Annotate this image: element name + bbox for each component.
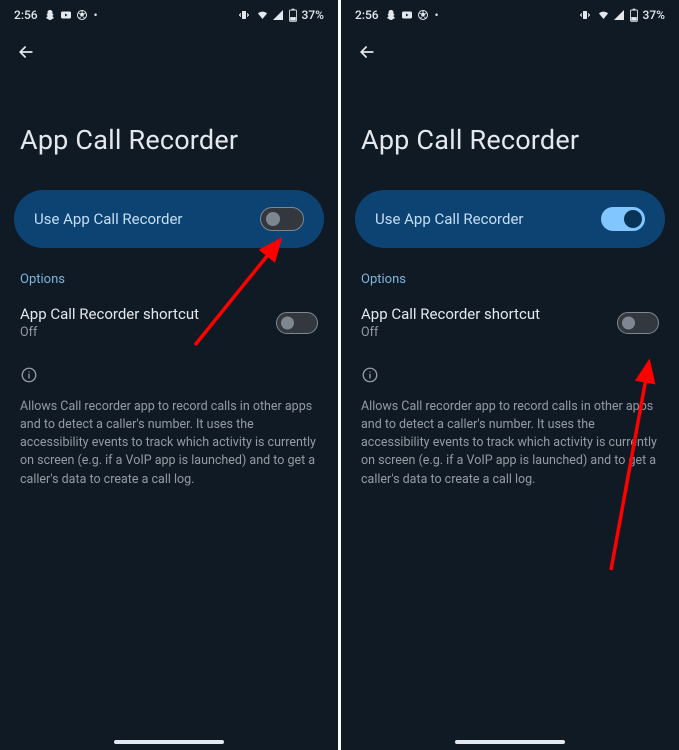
battery-percent: 37%: [302, 8, 324, 22]
description-text: Allows Call recorder app to record calls…: [341, 396, 679, 491]
battery-percent: 37%: [643, 8, 665, 22]
vibrate-icon: [237, 9, 251, 21]
description-text: Allows Call recorder app to record calls…: [0, 396, 338, 491]
page-title: App Call Recorder: [0, 76, 338, 186]
status-time: 2:56: [14, 8, 38, 22]
wifi-icon: [255, 9, 270, 21]
back-arrow-icon: [16, 42, 36, 62]
shortcut-toggle[interactable]: [617, 312, 659, 334]
status-bar: 2:56 • 37%: [0, 0, 338, 28]
info-icon-wrap: [341, 356, 679, 396]
back-button[interactable]: [341, 28, 679, 76]
vibrate-icon: [578, 9, 592, 21]
page-title: App Call Recorder: [341, 76, 679, 186]
screen-left: 2:56 • 37% App Call Recorder Use App Cal…: [0, 0, 338, 750]
battery-icon: [288, 8, 298, 22]
status-time: 2:56: [355, 8, 379, 22]
snapchat-icon: [44, 9, 56, 21]
status-bar: 2:56 • 37%: [341, 0, 679, 28]
options-section-label: Options: [341, 272, 679, 303]
use-app-hero[interactable]: Use App Call Recorder: [355, 190, 665, 248]
info-icon: [20, 366, 38, 384]
back-button[interactable]: [0, 28, 338, 76]
use-app-label: Use App Call Recorder: [375, 210, 523, 228]
soccer-icon: [417, 9, 429, 21]
options-section-label: Options: [0, 272, 338, 303]
youtube-icon: [60, 9, 72, 21]
info-icon-wrap: [0, 356, 338, 396]
snapchat-icon: [385, 9, 397, 21]
back-arrow-icon: [357, 42, 377, 62]
signal-icon: [272, 9, 284, 21]
screen-right: 2:56 • 37% App Call Recorder Use App Cal…: [341, 0, 679, 750]
wifi-icon: [596, 9, 611, 21]
shortcut-status: Off: [361, 325, 540, 340]
shortcut-title: App Call Recorder shortcut: [361, 305, 540, 323]
shortcut-row[interactable]: App Call Recorder shortcut Off: [341, 303, 679, 356]
soccer-icon: [76, 9, 88, 21]
shortcut-toggle[interactable]: [276, 312, 318, 334]
use-app-hero[interactable]: Use App Call Recorder: [14, 190, 324, 248]
notification-icons: •: [44, 9, 98, 22]
use-app-toggle[interactable]: [601, 207, 645, 231]
nav-handle[interactable]: [114, 740, 224, 744]
use-app-toggle[interactable]: [260, 207, 304, 231]
shortcut-title: App Call Recorder shortcut: [20, 305, 199, 323]
use-app-label: Use App Call Recorder: [34, 210, 182, 228]
signal-icon: [613, 9, 625, 21]
notification-icons: •: [385, 9, 439, 22]
battery-icon: [629, 8, 639, 22]
nav-handle[interactable]: [455, 740, 565, 744]
shortcut-status: Off: [20, 325, 199, 340]
youtube-icon: [401, 9, 413, 21]
info-icon: [361, 366, 379, 384]
shortcut-row[interactable]: App Call Recorder shortcut Off: [0, 303, 338, 356]
